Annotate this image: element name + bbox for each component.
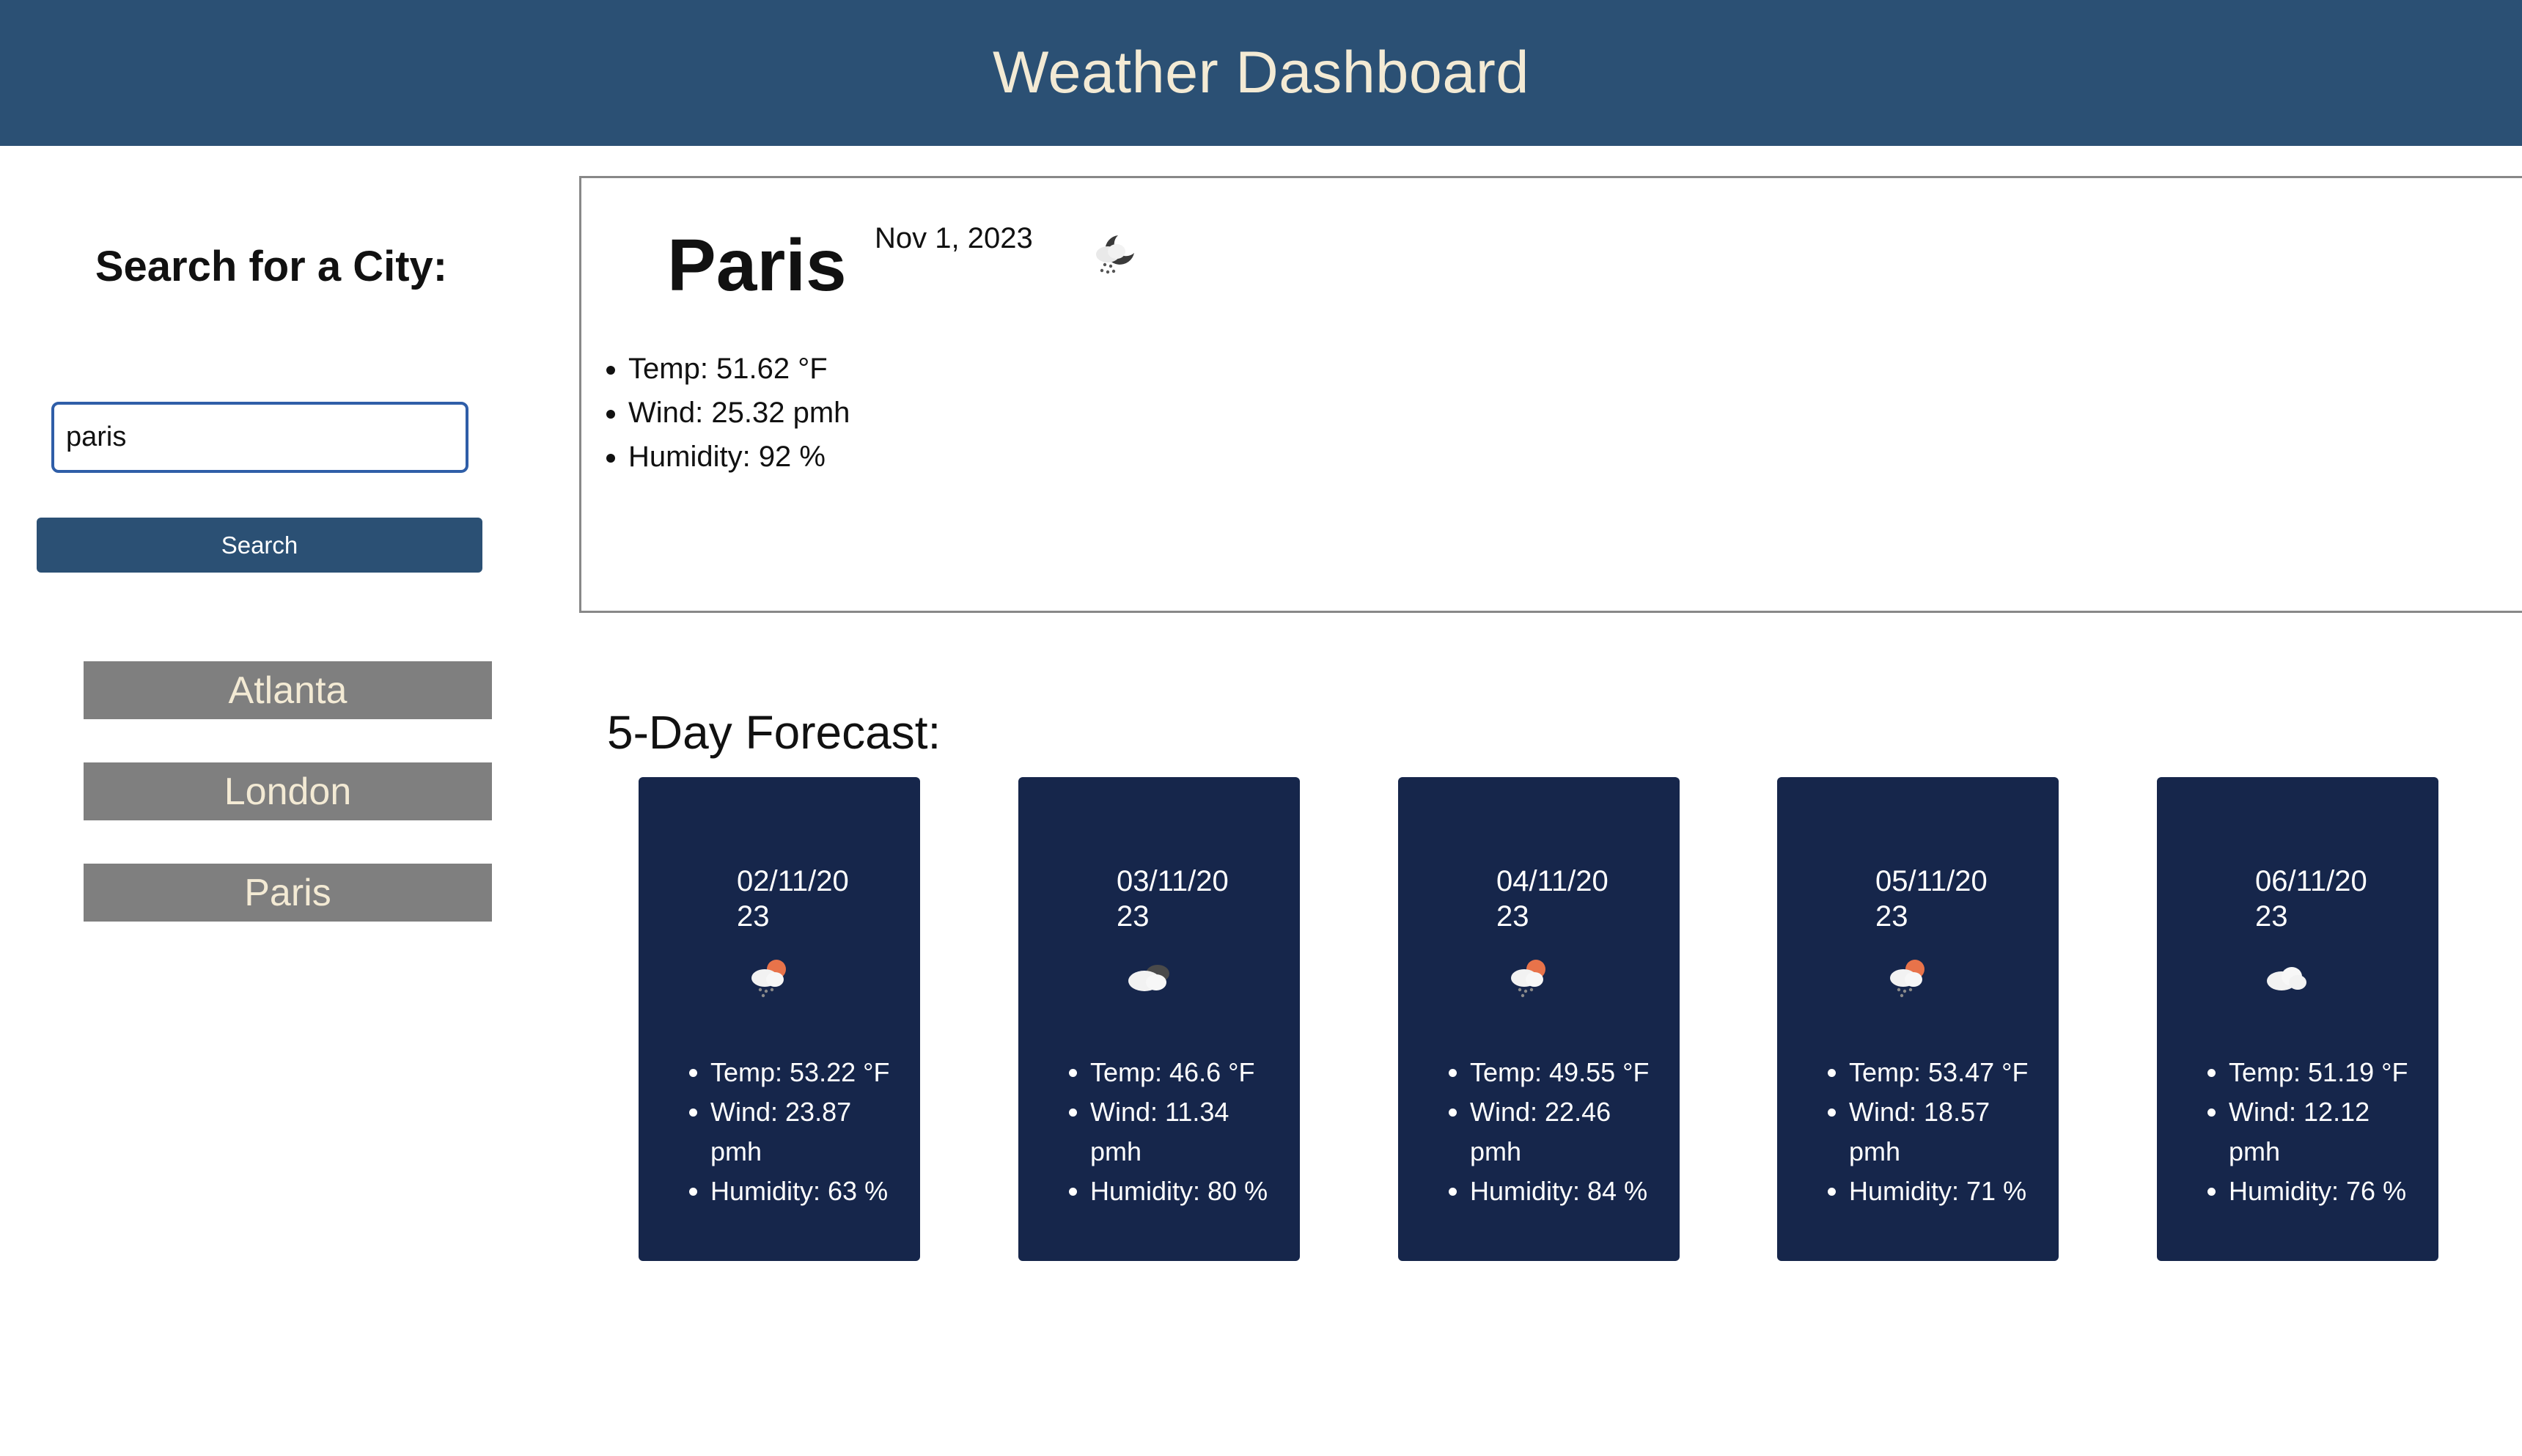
current-temp: Temp: 51.62 °F — [628, 347, 850, 391]
forecast-humidity: Humidity: 80 % — [1090, 1172, 1285, 1211]
cloud-icon — [2267, 967, 2306, 990]
history-city-button[interactable]: Paris — [84, 864, 492, 922]
page-title: Weather Dashboard — [993, 40, 1529, 106]
forecast-card: 02/11/2023 Temp: 53.22 °F Wind: 23.87 pm… — [639, 777, 920, 1261]
history-city-button[interactable]: Atlanta — [84, 661, 492, 719]
forecast-temp: Temp: 46.6 °F — [1090, 1053, 1285, 1092]
forecast-details: Temp: 49.55 °F Wind: 22.46 pmh Humidity:… — [1398, 1053, 1680, 1211]
forecast-details: Temp: 46.6 °F Wind: 11.34 pmh Humidity: … — [1018, 1053, 1300, 1211]
forecast-wind: Wind: 22.46 pmh — [1470, 1092, 1665, 1172]
forecast-humidity: Humidity: 71 % — [1849, 1172, 2044, 1211]
forecast-date: 05/11/2023 — [1875, 865, 1988, 933]
forecast-card: 06/11/2023 Temp: 51.19 °F Wind: 12.12 pm… — [2157, 777, 2438, 1261]
current-weather-panel: Paris Nov 1, 2023 Temp: 51.62 °F Wind: 2… — [579, 176, 2522, 613]
forecast-wind: Wind: 12.12 pmh — [2229, 1092, 2424, 1172]
forecast-card: 05/11/2023 Temp: 53.47 °F Wind: 18.57 pm… — [1777, 777, 2059, 1261]
forecast-date: 06/11/2023 — [2255, 865, 2367, 933]
forecast-humidity: Humidity: 63 % — [710, 1172, 905, 1211]
forecast-wind: Wind: 23.87 pmh — [710, 1092, 905, 1172]
forecast-date: 02/11/2023 — [737, 865, 849, 933]
forecast-humidity: Humidity: 84 % — [1470, 1172, 1665, 1211]
forecast-temp: Temp: 53.22 °F — [710, 1053, 905, 1092]
forecast-card: 04/11/2023 Temp: 49.55 °F Wind: 22.46 pm… — [1398, 777, 1680, 1261]
current-humidity: Humidity: 92 % — [628, 435, 850, 479]
header-bar: Weather Dashboard — [0, 0, 2522, 146]
forecast-date: 03/11/2023 — [1117, 865, 1229, 933]
current-city-name: Paris — [667, 224, 847, 306]
forecast-card: 03/11/2023 Temp: 46.6 °F Wind: 11.34 pmh… — [1018, 777, 1300, 1261]
search-button[interactable]: Search — [37, 518, 482, 573]
forecast-details: Temp: 53.22 °F Wind: 23.87 pmh Humidity:… — [639, 1053, 920, 1211]
forecast-temp: Temp: 53.47 °F — [1849, 1053, 2044, 1092]
current-wind: Wind: 25.32 pmh — [628, 391, 850, 435]
forecast-details: Temp: 53.47 °F Wind: 18.57 pmh Humidity:… — [1777, 1053, 2059, 1211]
forecast-temp: Temp: 49.55 °F — [1470, 1053, 1665, 1092]
forecast-date: 04/11/2023 — [1496, 865, 1609, 933]
night-rain-cloud-icon — [1096, 235, 1134, 274]
current-weather-details: Temp: 51.62 °F Wind: 25.32 pmh Humidity:… — [581, 347, 850, 479]
forecast-humidity: Humidity: 76 % — [2229, 1172, 2424, 1211]
current-date: Nov 1, 2023 — [875, 222, 1033, 254]
sun-rain-cloud-icon — [1890, 960, 1924, 998]
forecast-wind: Wind: 18.57 pmh — [1849, 1092, 2044, 1172]
forecast-details: Temp: 51.19 °F Wind: 12.12 pmh Humidity:… — [2157, 1053, 2438, 1211]
history-city-button[interactable]: London — [84, 762, 492, 820]
forecast-wind: Wind: 11.34 pmh — [1090, 1092, 1285, 1172]
dark-cloud-icon — [1128, 965, 1169, 991]
sun-rain-cloud-icon — [1511, 960, 1545, 998]
city-search-input[interactable] — [51, 402, 468, 473]
sun-rain-cloud-icon — [751, 960, 786, 998]
forecast-temp: Temp: 51.19 °F — [2229, 1053, 2424, 1092]
forecast-title: 5-Day Forecast: — [607, 706, 941, 759]
search-title: Search for a City: — [95, 243, 448, 290]
